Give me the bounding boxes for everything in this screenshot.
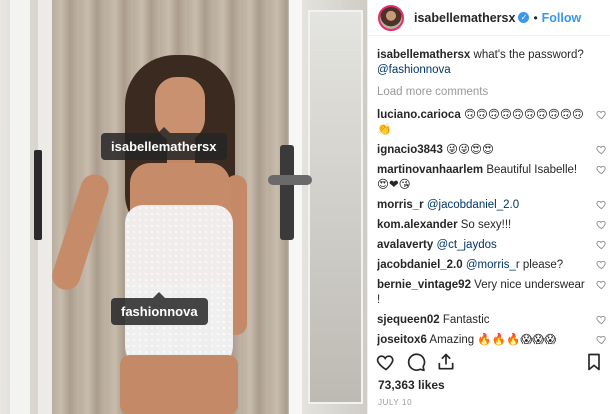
door-handle-right xyxy=(280,145,294,240)
like-heart-icon[interactable] xyxy=(376,352,396,372)
bookmark-icon[interactable] xyxy=(584,352,604,372)
photo-tag[interactable]: fashionnova xyxy=(111,292,208,325)
load-more-comments[interactable]: Load more comments xyxy=(377,85,607,100)
comment-username[interactable]: luciano.carioca xyxy=(377,109,461,121)
comment-like-heart-icon[interactable] xyxy=(596,164,607,175)
caption-text: what's the password? xyxy=(473,49,584,61)
comment-text: Fantastic xyxy=(442,314,490,326)
comments-list[interactable]: isabellemathersx what's the password? @f… xyxy=(377,48,607,348)
comment-item: kom.alexander So sexy!!! xyxy=(377,218,607,233)
post-photo[interactable]: isabellemathersx fashionnova xyxy=(0,0,367,414)
comment-text: So sexy!!! xyxy=(460,219,512,231)
comment-item: ignacio3843 😜😜😍😍 xyxy=(377,143,607,158)
legs xyxy=(120,355,238,414)
door-handle-left xyxy=(34,150,42,240)
comment-text: please? xyxy=(522,259,564,271)
comment-text: Amazing 🔥🔥🔥😱😱😱 xyxy=(429,334,557,346)
comment-like-heart-icon[interactable] xyxy=(596,219,607,230)
lace-bodysuit xyxy=(125,205,233,375)
comment-item: bernie_vintage92 Very nice underswear ! xyxy=(377,278,607,308)
follow-button[interactable]: Follow xyxy=(542,11,582,25)
header-username[interactable]: isabellemathersx xyxy=(414,11,515,25)
post-date: JULY 10 xyxy=(378,398,413,407)
caption: isabellemathersx what's the password? @f… xyxy=(377,48,607,78)
comment-item: jacobdaniel_2.0 @morris_r please? xyxy=(377,258,607,273)
comment-username[interactable]: kom.alexander xyxy=(377,219,458,231)
comment-like-heart-icon[interactable] xyxy=(596,144,607,155)
comment-like-heart-icon[interactable] xyxy=(596,239,607,250)
verified-badge-icon: ✓ xyxy=(518,12,530,23)
comment-username[interactable]: bernie_vintage92 xyxy=(377,279,471,291)
comment-item: sjequeen02 Fantastic xyxy=(377,313,607,328)
comment-like-heart-icon[interactable] xyxy=(596,109,607,120)
comment-like-heart-icon[interactable] xyxy=(596,279,607,290)
comment-like-heart-icon[interactable] xyxy=(596,314,607,325)
photo-tag[interactable]: isabellemathersx xyxy=(101,127,227,160)
comment-username[interactable]: jacobdaniel_2.0 xyxy=(377,259,463,271)
comment-username[interactable]: sjequeen02 xyxy=(377,314,440,326)
comment-item: morris_r @jacobdaniel_2.0 xyxy=(377,198,607,213)
post-sidebar: isabellemathersx ✓ • Follow isabellemath… xyxy=(367,0,610,414)
comment-like-heart-icon[interactable] xyxy=(596,259,607,270)
person-figure xyxy=(48,55,265,414)
comment-username[interactable]: joseitox6 xyxy=(377,334,427,346)
comment-mention[interactable]: @ct_jaydos xyxy=(436,239,496,251)
likes-count[interactable]: 73,363 likes xyxy=(378,378,445,392)
post-header: isabellemathersx ✓ • Follow xyxy=(368,0,610,36)
comment-mention[interactable]: @morris_r xyxy=(466,259,520,271)
comment-item: luciano.carioca 🙃🙃🙃🙃🙃🙃🙃🙃🙃🙃👏 xyxy=(377,108,607,138)
comment-icon[interactable] xyxy=(406,352,426,372)
action-bar xyxy=(376,352,604,374)
comment-item: joseitox6 Amazing 🔥🔥🔥😱😱😱 xyxy=(377,333,607,348)
separator-dot: • xyxy=(533,10,538,25)
comment-like-heart-icon[interactable] xyxy=(596,199,607,210)
door-lever xyxy=(268,175,312,185)
caption-username[interactable]: isabellemathersx xyxy=(377,49,470,61)
door-glass xyxy=(308,10,363,404)
comment-username[interactable]: morris_r xyxy=(377,199,424,211)
door-frame-left xyxy=(10,0,32,414)
comment-item: avalaverty @ct_jaydos xyxy=(377,238,607,253)
comment-username[interactable]: avalaverty xyxy=(377,239,433,251)
share-icon[interactable] xyxy=(436,352,456,372)
avatar[interactable] xyxy=(378,4,404,31)
comment-mention[interactable]: @jacobdaniel_2.0 xyxy=(427,199,519,211)
comment-like-heart-icon[interactable] xyxy=(596,334,607,345)
comment-item: martinovanhaarlem Beautiful Isabelle! 😍❤… xyxy=(377,163,607,193)
comment-username[interactable]: martinovanhaarlem xyxy=(377,164,483,176)
comment-text: 😜😜😍😍 xyxy=(446,144,495,156)
caption-mention[interactable]: @fashionnova xyxy=(377,64,451,76)
comment-username[interactable]: ignacio3843 xyxy=(377,144,443,156)
